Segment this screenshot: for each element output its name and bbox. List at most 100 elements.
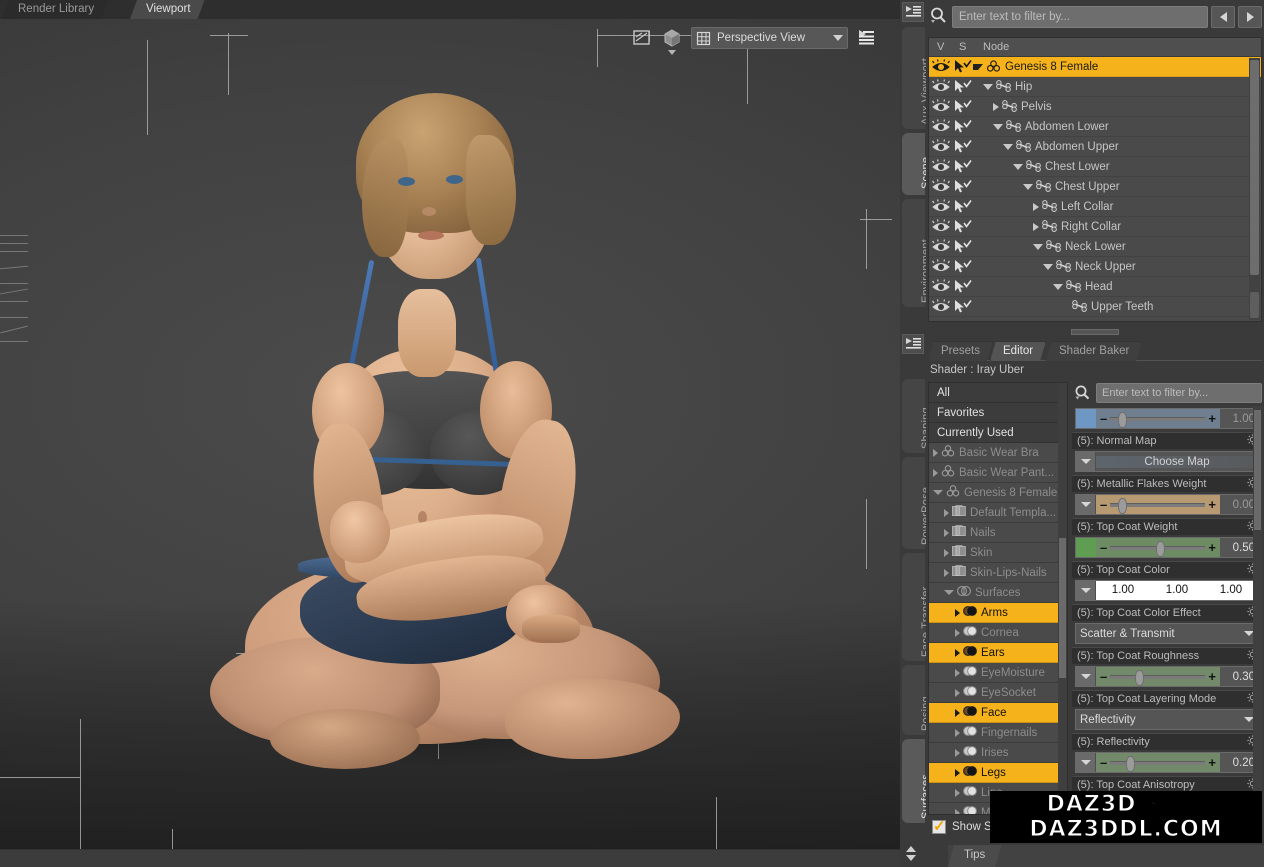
surface-list-item[interactable]: Favorites (929, 403, 1067, 423)
selectable-cursor-icon[interactable] (951, 297, 973, 317)
pane-options-icon[interactable] (902, 2, 924, 22)
view-preset-dropdown[interactable]: Perspective View (691, 27, 848, 49)
chevron-down-icon[interactable] (973, 64, 983, 70)
surfaces-scrollbar[interactable] (1058, 383, 1067, 814)
slider-bar[interactable] (1110, 417, 1205, 421)
color-channel-value[interactable]: 1.00 (1204, 581, 1258, 600)
visibility-eye-icon[interactable] (929, 237, 951, 257)
slider-knob[interactable] (1118, 412, 1127, 428)
scene-node-row[interactable]: Neck Upper (929, 257, 1261, 277)
panel-splitter[interactable] (928, 325, 1262, 339)
surface-list-item[interactable]: Surfaces (929, 583, 1067, 603)
chevron-right-icon[interactable] (955, 709, 960, 717)
slider-knob[interactable] (1156, 541, 1165, 557)
chevron-right-icon[interactable] (944, 529, 949, 537)
surface-list-item[interactable]: Skin-Lips-Nails (929, 563, 1067, 583)
property-dropdown-button[interactable] (1076, 753, 1096, 772)
visibility-eye-icon[interactable] (929, 77, 951, 97)
surface-list-item[interactable]: Cornea (929, 623, 1067, 643)
scrollbar-thumb-lower[interactable] (1250, 292, 1259, 318)
selectable-cursor-icon[interactable] (951, 137, 973, 157)
chevron-right-icon[interactable] (1033, 203, 1039, 211)
visibility-eye-icon[interactable] (929, 217, 951, 237)
surface-list-item[interactable]: Skin (929, 543, 1067, 563)
surface-list-item[interactable]: Irises (929, 743, 1067, 763)
selectable-cursor-icon[interactable] (951, 97, 973, 117)
scrollbar-thumb[interactable] (1250, 60, 1259, 275)
decrement-button[interactable]: – (1100, 498, 1107, 511)
property-dropdown-button[interactable] (1076, 495, 1096, 514)
surface-list-item[interactable]: Ears (929, 643, 1067, 663)
chevron-right-icon[interactable] (955, 729, 960, 737)
scrollbar-thumb[interactable] (1254, 410, 1261, 530)
search-icon[interactable] (928, 5, 952, 29)
increment-button[interactable]: + (1208, 670, 1216, 683)
selectable-cursor-icon[interactable] (951, 177, 973, 197)
rail-scroll-spinner[interactable] (902, 841, 920, 865)
property-map-chooser[interactable]: Choose Map (1075, 451, 1259, 472)
chevron-right-icon[interactable] (955, 629, 960, 637)
pane-options-icon[interactable] (856, 27, 878, 49)
chevron-down-icon[interactable] (983, 84, 993, 90)
slider-track[interactable]: –+ (1096, 538, 1220, 557)
tab-shader-baker[interactable]: Shader Baker (1046, 341, 1142, 361)
chevron-down-icon[interactable] (1003, 144, 1013, 150)
chevron-right-icon[interactable] (955, 649, 960, 657)
color-channel-value[interactable]: 1.00 (1096, 581, 1150, 600)
surface-list-item[interactable]: Fingernails (929, 723, 1067, 743)
chevron-right-icon[interactable] (933, 449, 938, 457)
rail-tab-surfaces[interactable]: Surfaces (901, 738, 925, 824)
arrow-right-icon[interactable] (1238, 6, 1262, 28)
rail-tab-scene[interactable]: Scene (901, 132, 925, 196)
slider-track[interactable]: –+ (1096, 409, 1220, 428)
scene-node-row[interactable]: Left Collar (929, 197, 1261, 217)
property-combobox[interactable]: Scatter & Transmit (1075, 623, 1259, 644)
scene-node-row[interactable]: Neck Lower (929, 237, 1261, 257)
chevron-right-icon[interactable] (944, 509, 949, 517)
chevron-down-icon[interactable] (1033, 244, 1043, 250)
slider-bar[interactable] (1110, 675, 1205, 679)
surface-list-item[interactable]: Genesis 8 Female (929, 483, 1067, 503)
decrement-button[interactable]: – (1100, 756, 1107, 769)
property-slider[interactable]: –+0.50 (1075, 537, 1259, 558)
property-search-input[interactable] (1096, 383, 1262, 403)
surface-list-item[interactable]: Legs (929, 763, 1067, 783)
selectable-cursor-icon[interactable] (951, 197, 973, 217)
selectable-cursor-icon[interactable] (951, 117, 973, 137)
visibility-eye-icon[interactable] (929, 177, 951, 197)
scene-node-row[interactable]: Chest Upper (929, 177, 1261, 197)
chevron-down-icon[interactable] (993, 124, 1003, 130)
scene-node-row[interactable]: Abdomen Upper (929, 137, 1261, 157)
surface-list-item[interactable]: Basic Wear Bra (929, 443, 1067, 463)
slider-bar[interactable] (1110, 761, 1205, 765)
scene-node-row[interactable]: Pelvis (929, 97, 1261, 117)
surface-list-item[interactable]: Default Templa... (929, 503, 1067, 523)
color-channel-value[interactable]: 1.00 (1150, 581, 1204, 600)
view-cube-icon[interactable] (661, 27, 683, 49)
chevron-down-icon[interactable] (1043, 264, 1053, 270)
chevron-down-icon[interactable] (1023, 184, 1033, 190)
visibility-eye-icon[interactable] (929, 97, 951, 117)
rail-tab-environment[interactable]: Environment (901, 198, 925, 308)
property-color-fields[interactable]: 1.001.001.00 (1075, 580, 1259, 601)
chevron-right-icon[interactable] (993, 103, 999, 111)
arrow-left-icon[interactable] (1211, 6, 1235, 28)
increment-button[interactable]: + (1208, 412, 1216, 425)
viewport-tab-render-library[interactable]: Render Library (2, 0, 108, 19)
property-swatch[interactable] (1076, 409, 1096, 428)
visibility-eye-icon[interactable] (929, 57, 951, 77)
chevron-right-icon[interactable] (944, 549, 949, 557)
selectable-cursor-icon[interactable] (951, 277, 973, 297)
chevron-right-icon[interactable] (955, 769, 960, 777)
tab-editor[interactable]: Editor (990, 341, 1046, 361)
chevron-down-icon[interactable] (1053, 284, 1063, 290)
selectable-cursor-icon[interactable] (951, 257, 973, 277)
show-sub-items-checkbox[interactable] (932, 820, 946, 834)
chevron-right-icon[interactable] (955, 789, 960, 797)
slider-track[interactable]: –+ (1096, 667, 1220, 686)
property-slider[interactable]: –+1.00 (1075, 408, 1259, 429)
render-region-icon[interactable] (631, 27, 653, 49)
surface-list-item[interactable]: Basic Wear Pant... (929, 463, 1067, 483)
visibility-eye-icon[interactable] (929, 137, 951, 157)
property-combobox[interactable]: Reflectivity (1075, 709, 1259, 730)
